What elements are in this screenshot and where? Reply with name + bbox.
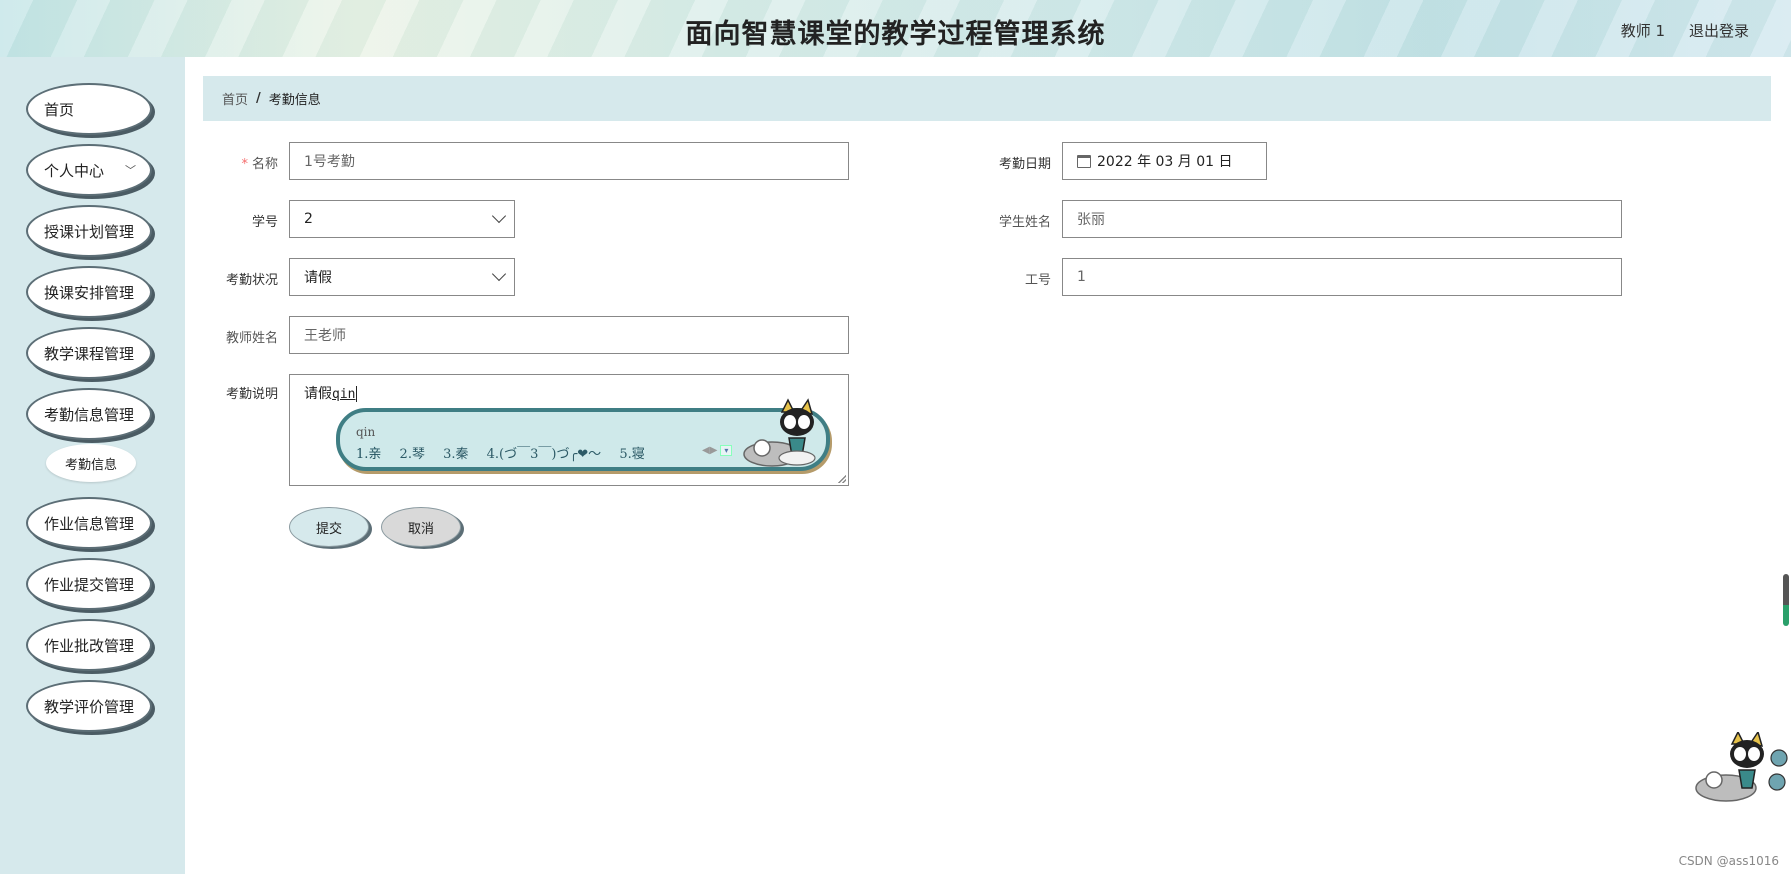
top-header: 面向智慧课堂的教学过程管理系统 教师 1 退出登录 — [0, 0, 1791, 57]
ime-candidate-popup: qin 1.亲 2.琴 3.秦 4.(づ￣3￣)づ╭❤～ 5.寝 ◀▶ ▾ — [336, 398, 830, 471]
resize-handle-icon[interactable] — [838, 475, 846, 483]
submit-button[interactable]: 提交 — [289, 507, 369, 547]
ime-typed-text: qin — [356, 425, 376, 439]
status-select[interactable]: 请假 — [289, 258, 515, 296]
note-composing-text: qin — [332, 387, 356, 402]
watermark: CSDN @ass1016 — [1678, 854, 1779, 868]
date-value: 2022 年 03 月 01 日 — [1097, 154, 1233, 170]
sidebar-item-home[interactable]: 首页 — [26, 83, 152, 135]
student-name-field[interactable]: 张丽 — [1062, 200, 1622, 238]
ime-candidate[interactable]: 1.亲 — [356, 447, 381, 462]
student-no-label: 学号 — [251, 215, 278, 230]
note-text: 请假 — [304, 386, 332, 402]
student-name-label: 学生姓名 — [998, 215, 1051, 230]
student-no-select[interactable]: 2 — [289, 200, 515, 238]
teacher-name-label: 教师姓名 — [225, 331, 278, 346]
name-field[interactable]: 1号考勤 — [289, 142, 849, 180]
sidebar: 首页 个人中心 ﹀ 授课计划管理 换课安排管理 教学课程管理 考勤信息管理 考勤信… — [0, 57, 185, 874]
sidebar-item-course-swap[interactable]: 换课安排管理 — [26, 266, 152, 318]
sidebar-item-label: 首页 — [44, 100, 75, 119]
date-label: 考勤日期 — [998, 157, 1051, 172]
staff-no-label: 工号 — [1024, 273, 1051, 288]
sidebar-item-label: 授课计划管理 — [44, 222, 135, 241]
status-value: 请假 — [304, 270, 332, 286]
sidebar-item-label: 作业提交管理 — [44, 575, 135, 594]
sidebar-item-teaching-plan[interactable]: 授课计划管理 — [26, 205, 152, 257]
calendar-icon — [1077, 154, 1091, 168]
sidebar-item-homework[interactable]: 作业信息管理 — [26, 497, 152, 549]
ime-candidate[interactable]: 3.秦 — [443, 447, 468, 462]
status-label: 考勤状况 — [225, 273, 278, 288]
sidebar-item-label: 教学评价管理 — [44, 697, 135, 716]
current-user[interactable]: 教师 1 — [1621, 20, 1665, 41]
breadcrumb: 首页 / 考勤信息 — [203, 76, 1771, 121]
ime-candidate-list: 1.亲 2.琴 3.秦 4.(づ￣3￣)づ╭❤～ 5.寝 — [356, 443, 659, 462]
teacher-name-field[interactable]: 王老师 — [289, 316, 849, 354]
breadcrumb-home[interactable]: 首页 — [222, 89, 248, 108]
chevron-down-icon — [491, 266, 507, 282]
student-no-value: 2 — [304, 211, 313, 227]
chevron-down-icon — [491, 208, 507, 224]
sidebar-item-personal-center[interactable]: 个人中心 ﹀ — [26, 144, 152, 196]
ime-candidate[interactable]: 5.寝 — [619, 447, 644, 462]
sidebar-item-teaching-evaluation[interactable]: 教学评价管理 — [26, 680, 152, 732]
staff-no-field[interactable]: 1 — [1062, 258, 1622, 296]
sidebar-item-label: 作业信息管理 — [44, 514, 135, 533]
sidebar-item-label: 个人中心 — [44, 161, 105, 180]
ime-candidate[interactable]: 2.琴 — [400, 447, 425, 462]
note-label: 考勤说明 — [225, 387, 278, 402]
date-picker[interactable]: 2022 年 03 月 01 日 — [1062, 142, 1267, 180]
sidebar-item-attendance[interactable]: 考勤信息管理 — [26, 388, 152, 440]
ime-menu-icon[interactable]: ▾ — [720, 445, 733, 456]
sidebar-item-label: 作业批改管理 — [44, 636, 135, 655]
required-mark: * — [241, 157, 248, 172]
sidebar-item-courses[interactable]: 教学课程管理 — [26, 327, 152, 379]
breadcrumb-current: 考勤信息 — [268, 93, 321, 108]
logout-link[interactable]: 退出登录 — [1689, 20, 1749, 41]
sidebar-item-homework-submit[interactable]: 作业提交管理 — [26, 558, 152, 610]
ime-candidate[interactable]: 4.(づ￣3￣)づ╭❤～ — [487, 447, 602, 462]
text-cursor — [356, 386, 358, 402]
page-scrollbar[interactable] — [1783, 574, 1789, 626]
sidebar-item-label: 考勤信息管理 — [44, 405, 135, 424]
sidebar-item-homework-grading[interactable]: 作业批改管理 — [26, 619, 152, 671]
sidebar-item-label: 教学课程管理 — [44, 344, 135, 363]
sidebar-subitem-attendance-info[interactable]: 考勤信息 — [46, 444, 136, 482]
chevron-down-icon: ﹀ — [125, 164, 136, 177]
name-label: * 名称 — [241, 157, 278, 172]
cat-mascot-icon — [743, 398, 816, 467]
ime-pager[interactable]: ◀▶ ▾ — [702, 445, 733, 456]
cat-mascot-icon[interactable] — [1688, 732, 1788, 804]
breadcrumb-separator: / — [256, 91, 261, 106]
sidebar-item-label: 换课安排管理 — [44, 283, 135, 302]
system-title: 面向智慧课堂的教学过程管理系统 — [685, 19, 1106, 50]
cancel-button[interactable]: 取消 — [381, 507, 461, 547]
